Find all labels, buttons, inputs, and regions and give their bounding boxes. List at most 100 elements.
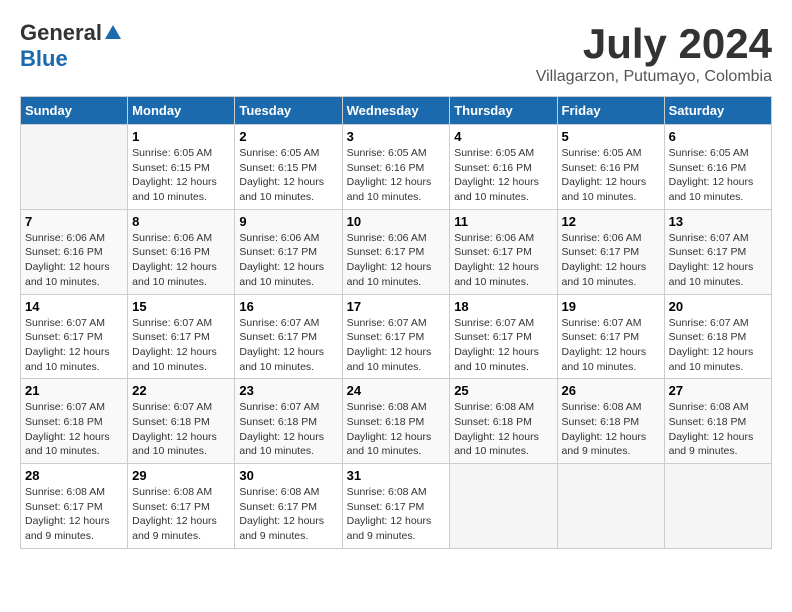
calendar-day-header: Tuesday bbox=[235, 97, 342, 125]
calendar-cell: 27 Sunrise: 6:08 AM Sunset: 6:18 PM Dayli… bbox=[664, 379, 771, 464]
day-info: Sunrise: 6:07 AM Sunset: 6:17 PM Dayligh… bbox=[132, 316, 230, 375]
day-info: Sunrise: 6:05 AM Sunset: 6:16 PM Dayligh… bbox=[347, 146, 446, 205]
day-info: Sunrise: 6:05 AM Sunset: 6:15 PM Dayligh… bbox=[132, 146, 230, 205]
calendar-cell: 21 Sunrise: 6:07 AM Sunset: 6:18 PM Dayli… bbox=[21, 379, 128, 464]
calendar-cell: 6 Sunrise: 6:05 AM Sunset: 6:16 PM Daylig… bbox=[664, 125, 771, 210]
calendar-cell: 30Sunrise: 6:08 AM Sunset: 6:17 PM Dayli… bbox=[235, 464, 342, 549]
day-number: 10 bbox=[347, 214, 446, 229]
day-info: Sunrise: 6:08 AM Sunset: 6:18 PM Dayligh… bbox=[562, 400, 660, 459]
calendar-cell: 28 Sunrise: 6:08 AM Sunset: 6:17 PM Dayli… bbox=[21, 464, 128, 549]
day-number: 28 bbox=[25, 468, 123, 483]
day-info: Sunrise: 6:07 AM Sunset: 6:18 PM Dayligh… bbox=[669, 316, 767, 375]
day-info: Sunrise: 6:07 AM Sunset: 6:17 PM Dayligh… bbox=[347, 316, 446, 375]
calendar-cell: 15 Sunrise: 6:07 AM Sunset: 6:17 PM Dayli… bbox=[128, 294, 235, 379]
day-number: 21 bbox=[25, 383, 123, 398]
day-info: Sunrise: 6:08 AM Sunset: 6:18 PM Dayligh… bbox=[347, 400, 446, 459]
calendar-cell: 24 Sunrise: 6:08 AM Sunset: 6:18 PM Dayli… bbox=[342, 379, 450, 464]
day-number: 22 bbox=[132, 383, 230, 398]
calendar-cell: 4Sunrise: 6:05 AM Sunset: 6:16 PM Daylig… bbox=[450, 125, 557, 210]
calendar-table: SundayMondayTuesdayWednesdayThursdayFrid… bbox=[20, 96, 772, 549]
day-number: 24 bbox=[347, 383, 446, 398]
day-number: 23 bbox=[239, 383, 337, 398]
day-number: 27 bbox=[669, 383, 767, 398]
day-info: Sunrise: 6:08 AM Sunset: 6:18 PM Dayligh… bbox=[669, 400, 767, 459]
logo-icon bbox=[104, 24, 122, 42]
calendar-cell bbox=[450, 464, 557, 549]
day-number: 5 bbox=[562, 129, 660, 144]
calendar-cell: 8 Sunrise: 6:06 AM Sunset: 6:16 PM Daylig… bbox=[128, 209, 235, 294]
calendar-day-header: Friday bbox=[557, 97, 664, 125]
day-number: 20 bbox=[669, 299, 767, 314]
day-info: Sunrise: 6:06 AM Sunset: 6:17 PM Dayligh… bbox=[347, 231, 446, 290]
day-number: 31 bbox=[347, 468, 446, 483]
calendar-cell: 16 Sunrise: 6:07 AM Sunset: 6:17 PM Dayli… bbox=[235, 294, 342, 379]
day-info: Sunrise: 6:07 AM Sunset: 6:18 PM Dayligh… bbox=[132, 400, 230, 459]
calendar-cell: 9Sunrise: 6:06 AM Sunset: 6:17 PM Daylig… bbox=[235, 209, 342, 294]
day-number: 12 bbox=[562, 214, 660, 229]
day-number: 15 bbox=[132, 299, 230, 314]
calendar-cell: 23Sunrise: 6:07 AM Sunset: 6:18 PM Dayli… bbox=[235, 379, 342, 464]
calendar-cell: 7 Sunrise: 6:06 AM Sunset: 6:16 PM Daylig… bbox=[21, 209, 128, 294]
day-number: 14 bbox=[25, 299, 123, 314]
day-info: Sunrise: 6:05 AM Sunset: 6:15 PM Dayligh… bbox=[239, 146, 337, 205]
day-number: 17 bbox=[347, 299, 446, 314]
logo-general: General bbox=[20, 20, 102, 46]
calendar-header-row: SundayMondayTuesdayWednesdayThursdayFrid… bbox=[21, 97, 772, 125]
day-info: Sunrise: 6:07 AM Sunset: 6:17 PM Dayligh… bbox=[454, 316, 552, 375]
day-info: Sunrise: 6:06 AM Sunset: 6:16 PM Dayligh… bbox=[25, 231, 123, 290]
calendar-cell: 17 Sunrise: 6:07 AM Sunset: 6:17 PM Dayli… bbox=[342, 294, 450, 379]
day-info: Sunrise: 6:07 AM Sunset: 6:17 PM Dayligh… bbox=[239, 316, 337, 375]
calendar-day-header: Saturday bbox=[664, 97, 771, 125]
calendar-week-row: 28 Sunrise: 6:08 AM Sunset: 6:17 PM Dayli… bbox=[21, 464, 772, 549]
calendar-cell: 20 Sunrise: 6:07 AM Sunset: 6:18 PM Dayli… bbox=[664, 294, 771, 379]
day-number: 13 bbox=[669, 214, 767, 229]
calendar-cell: 22 Sunrise: 6:07 AM Sunset: 6:18 PM Dayli… bbox=[128, 379, 235, 464]
day-info: Sunrise: 6:08 AM Sunset: 6:17 PM Dayligh… bbox=[25, 485, 123, 544]
day-info: Sunrise: 6:08 AM Sunset: 6:17 PM Dayligh… bbox=[132, 485, 230, 544]
day-info: Sunrise: 6:07 AM Sunset: 6:17 PM Dayligh… bbox=[562, 316, 660, 375]
calendar-cell: 2 Sunrise: 6:05 AM Sunset: 6:15 PM Daylig… bbox=[235, 125, 342, 210]
day-number: 7 bbox=[25, 214, 123, 229]
page-header: General Blue July 2024 Villagarzon, Putu… bbox=[20, 20, 772, 86]
day-number: 19 bbox=[562, 299, 660, 314]
day-number: 8 bbox=[132, 214, 230, 229]
calendar-cell: 29 Sunrise: 6:08 AM Sunset: 6:17 PM Dayli… bbox=[128, 464, 235, 549]
day-number: 2 bbox=[239, 129, 337, 144]
calendar-cell: 12 Sunrise: 6:06 AM Sunset: 6:17 PM Dayli… bbox=[557, 209, 664, 294]
day-info: Sunrise: 6:06 AM Sunset: 6:17 PM Dayligh… bbox=[562, 231, 660, 290]
calendar-cell: 5 Sunrise: 6:05 AM Sunset: 6:16 PM Daylig… bbox=[557, 125, 664, 210]
calendar-week-row: 1Sunrise: 6:05 AM Sunset: 6:15 PM Daylig… bbox=[21, 125, 772, 210]
day-info: Sunrise: 6:05 AM Sunset: 6:16 PM Dayligh… bbox=[562, 146, 660, 205]
day-info: Sunrise: 6:06 AM Sunset: 6:16 PM Dayligh… bbox=[132, 231, 230, 290]
calendar-day-header: Thursday bbox=[450, 97, 557, 125]
day-number: 4 bbox=[454, 129, 552, 144]
calendar-cell: 18Sunrise: 6:07 AM Sunset: 6:17 PM Dayli… bbox=[450, 294, 557, 379]
day-info: Sunrise: 6:07 AM Sunset: 6:17 PM Dayligh… bbox=[669, 231, 767, 290]
calendar-cell: 14 Sunrise: 6:07 AM Sunset: 6:17 PM Dayli… bbox=[21, 294, 128, 379]
day-number: 6 bbox=[669, 129, 767, 144]
calendar-cell bbox=[664, 464, 771, 549]
month-year-title: July 2024 bbox=[536, 20, 772, 68]
logo: General Blue bbox=[20, 20, 124, 72]
calendar-cell bbox=[21, 125, 128, 210]
location-subtitle: Villagarzon, Putumayo, Colombia bbox=[536, 68, 772, 86]
day-number: 25 bbox=[454, 383, 552, 398]
day-info: Sunrise: 6:05 AM Sunset: 6:16 PM Dayligh… bbox=[669, 146, 767, 205]
day-number: 30 bbox=[239, 468, 337, 483]
calendar-week-row: 14 Sunrise: 6:07 AM Sunset: 6:17 PM Dayli… bbox=[21, 294, 772, 379]
day-info: Sunrise: 6:08 AM Sunset: 6:18 PM Dayligh… bbox=[454, 400, 552, 459]
calendar-day-header: Sunday bbox=[21, 97, 128, 125]
day-info: Sunrise: 6:07 AM Sunset: 6:18 PM Dayligh… bbox=[25, 400, 123, 459]
title-section: July 2024 Villagarzon, Putumayo, Colombi… bbox=[536, 20, 772, 86]
day-info: Sunrise: 6:06 AM Sunset: 6:17 PM Dayligh… bbox=[454, 231, 552, 290]
day-info: Sunrise: 6:07 AM Sunset: 6:17 PM Dayligh… bbox=[25, 316, 123, 375]
day-info: Sunrise: 6:06 AM Sunset: 6:17 PM Dayligh… bbox=[239, 231, 337, 290]
calendar-week-row: 7 Sunrise: 6:06 AM Sunset: 6:16 PM Daylig… bbox=[21, 209, 772, 294]
day-info: Sunrise: 6:08 AM Sunset: 6:17 PM Dayligh… bbox=[347, 485, 446, 544]
day-number: 3 bbox=[347, 129, 446, 144]
logo-blue: Blue bbox=[20, 46, 68, 72]
day-number: 16 bbox=[239, 299, 337, 314]
day-number: 29 bbox=[132, 468, 230, 483]
calendar-cell: 19 Sunrise: 6:07 AM Sunset: 6:17 PM Dayli… bbox=[557, 294, 664, 379]
calendar-cell: 25 Sunrise: 6:08 AM Sunset: 6:18 PM Dayli… bbox=[450, 379, 557, 464]
